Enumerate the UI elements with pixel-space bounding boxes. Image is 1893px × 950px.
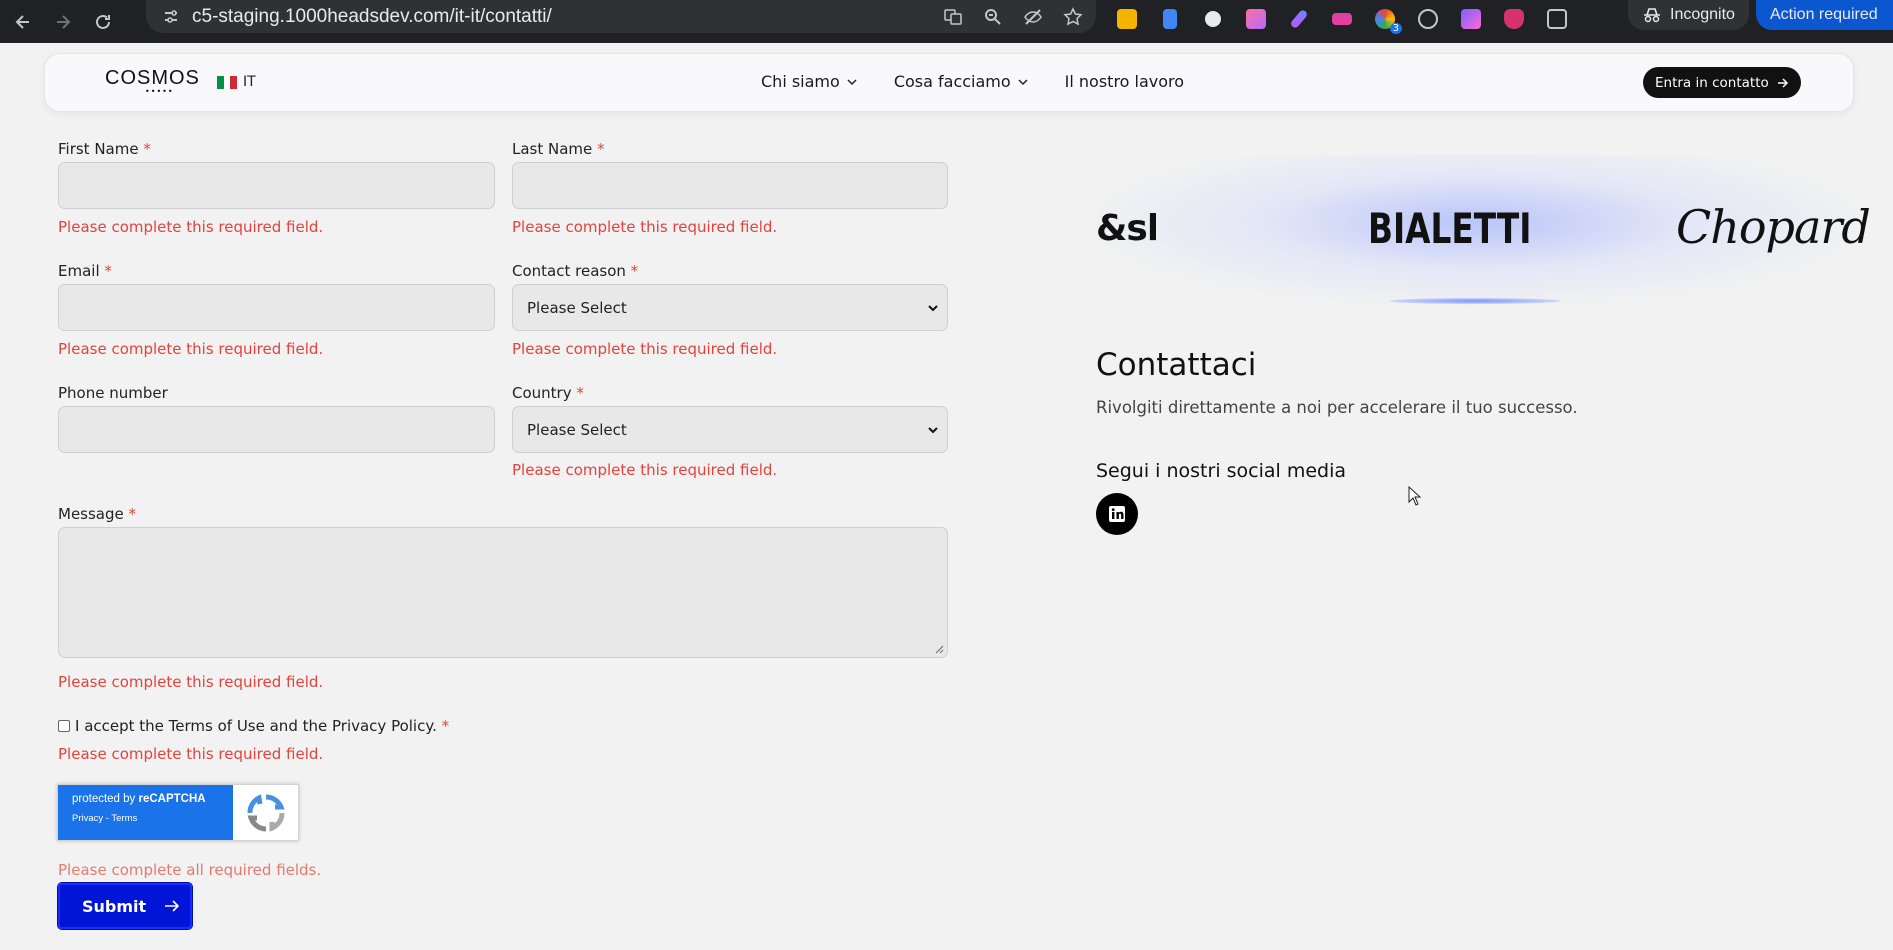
email-error: Please complete this required field.	[58, 340, 324, 358]
country-value: Please Select	[527, 420, 627, 439]
contact-reason-value: Please Select	[527, 298, 627, 317]
message-error: Please complete this required field.	[58, 673, 324, 691]
submit-button[interactable]: Submit	[57, 882, 193, 930]
brand-logo-partial: &sh	[1096, 208, 1156, 249]
nav-item-cosa-facciamo[interactable]: Cosa facciamo	[894, 72, 1029, 91]
last-name-input[interactable]	[512, 162, 948, 209]
main-nav: Chi siamo Cosa facciamo Il nostro lavoro	[761, 72, 1184, 91]
action-required-button[interactable]: Action required	[1756, 0, 1893, 30]
extension-camera-icon[interactable]	[1198, 4, 1228, 34]
arrow-right-icon	[1777, 77, 1788, 88]
country-select[interactable]: Please Select	[512, 406, 948, 453]
phone-label: Phone number	[58, 384, 168, 402]
eye-off-icon[interactable]	[1020, 4, 1046, 30]
italy-flag-icon	[217, 75, 238, 89]
extension-color-icon[interactable]: 3	[1370, 4, 1402, 34]
nav-label: Cosa facciamo	[893, 72, 1011, 91]
recaptcha-links[interactable]: Privacy - Terms	[72, 813, 233, 824]
reload-icon	[96, 14, 110, 29]
recaptcha-badge[interactable]: protected by reCAPTCHA Privacy - Terms	[57, 784, 299, 841]
chevron-down-icon	[928, 426, 938, 433]
resize-grip-icon[interactable]	[934, 644, 944, 654]
browser-toolbar: c5-staging.1000headsdev.com/it-it/contat…	[0, 0, 1893, 43]
page-title-partial	[62, 43, 222, 53]
site-header: COSMOS ••••• IT Chi siamo Cosa facciamo …	[44, 53, 1854, 112]
submit-label: Submit	[82, 896, 147, 916]
last-name-error: Please complete this required field.	[512, 218, 778, 236]
terms-checkbox[interactable]	[58, 720, 70, 732]
contact-subtitle: Rivolgiti direttamente a noi per acceler…	[1096, 398, 1578, 417]
cta-label: Entra in contatto	[1655, 74, 1769, 91]
language-selector[interactable]: IT	[217, 74, 256, 90]
first-name-label: First Name *	[58, 140, 151, 158]
extension-gradient-icon[interactable]	[1241, 4, 1271, 34]
contact-reason-error: Please complete this required field.	[512, 340, 778, 358]
incognito-indicator[interactable]: Incognito	[1628, 0, 1749, 30]
brand-logo-bialetti: BIALETTI	[1368, 204, 1532, 253]
contact-title: Contattaci	[1096, 347, 1257, 383]
language-label: IT	[243, 74, 256, 90]
social-title: Segui i nostri social media	[1096, 460, 1347, 482]
brand-logo-chopard: Chopard	[1676, 200, 1871, 254]
country-error: Please complete this required field.	[512, 461, 778, 479]
contact-reason-label: Contact reason *	[512, 262, 639, 280]
terms-label[interactable]: I accept the Terms of Use and the Privac…	[75, 717, 449, 735]
email-input[interactable]	[58, 284, 495, 331]
nav-item-il-nostro-lavoro[interactable]: Il nostro lavoro	[1065, 72, 1184, 91]
chevron-down-icon	[847, 78, 857, 85]
logo-dots: •••••	[145, 87, 174, 96]
nav-item-chi-siamo[interactable]: Chi siamo	[761, 72, 858, 91]
nav-label: Chi siamo	[761, 72, 840, 91]
recaptcha-line1: protected by reCAPTCHA	[72, 793, 206, 805]
url-text[interactable]: c5-staging.1000headsdev.com/it-it/contat…	[192, 6, 552, 28]
mouse-cursor-icon	[1408, 486, 1422, 506]
extension-video-icon[interactable]	[1327, 4, 1357, 34]
email-label: Email *	[58, 262, 112, 280]
arrow-left-icon	[15, 14, 29, 29]
form-error-message: Please complete all required fields.	[58, 861, 322, 879]
star-icon[interactable]	[1060, 4, 1086, 30]
country-label: Country *	[512, 384, 584, 402]
translate-icon[interactable]	[940, 4, 966, 30]
extension-shield-icon[interactable]	[1499, 4, 1529, 34]
extension-picture-icon[interactable]	[1456, 4, 1486, 34]
reload-button[interactable]	[86, 5, 120, 39]
extension-docs-icon[interactable]	[1155, 4, 1185, 34]
incognito-icon	[1644, 8, 1660, 23]
extension-eyedropper-icon[interactable]	[1284, 4, 1314, 34]
contact-cta-button[interactable]: Entra in contatto	[1643, 67, 1801, 98]
extension-notes-icon[interactable]	[1112, 4, 1142, 34]
arrow-right-icon	[57, 14, 71, 29]
incognito-label: Incognito	[1670, 6, 1735, 23]
extensions-puzzle-icon[interactable]	[1542, 4, 1572, 34]
message-label: Message *	[58, 505, 137, 523]
first-name-error: Please complete this required field.	[58, 218, 324, 236]
action-required-label: Action required	[1770, 6, 1878, 23]
linkedin-icon[interactable]	[1096, 493, 1138, 535]
carousel-indicator	[1390, 298, 1560, 304]
last-name-label: Last Name *	[512, 140, 605, 158]
terms-error: Please complete this required field.	[58, 745, 324, 763]
chevron-down-icon	[1018, 78, 1028, 85]
chevron-down-icon	[928, 304, 938, 311]
contact-reason-select[interactable]: Please Select	[512, 284, 948, 331]
forward-button[interactable]	[46, 5, 80, 39]
nav-label: Il nostro lavoro	[1064, 72, 1185, 91]
extension-compass-icon[interactable]	[1413, 4, 1443, 34]
address-bar[interactable]: c5-staging.1000headsdev.com/it-it/contat…	[146, 0, 1096, 33]
arrow-right-icon	[165, 900, 180, 912]
site-info-icon[interactable]	[154, 8, 188, 26]
recaptcha-logo-icon	[233, 785, 298, 840]
phone-input[interactable]	[58, 406, 495, 453]
back-button[interactable]	[6, 5, 40, 39]
zoom-icon[interactable]	[980, 4, 1006, 30]
first-name-input[interactable]	[58, 162, 495, 209]
extension-badge: 3	[1389, 23, 1402, 34]
message-textarea[interactable]	[58, 527, 948, 658]
